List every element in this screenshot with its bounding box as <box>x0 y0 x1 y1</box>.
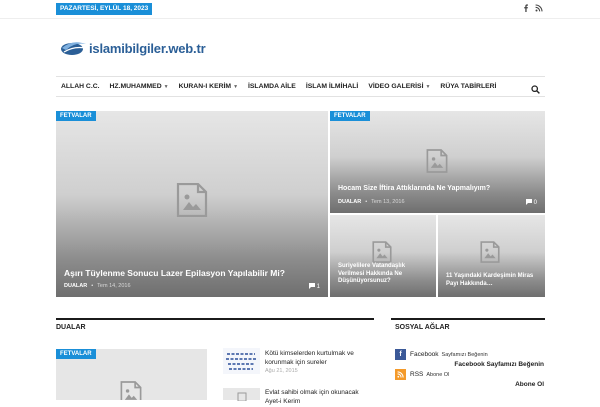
post-date: Tem 13, 2016 <box>371 199 405 205</box>
site-logo[interactable]: islamibilgiler.web.tr <box>60 37 206 59</box>
image-placeholder-icon <box>120 381 142 400</box>
facebook-icon[interactable] <box>522 4 530 14</box>
nav-item-islamda-aile[interactable]: İSLAMDA AİLE <box>243 83 301 90</box>
post-title[interactable]: Aşırı Tüylenme Sonucu Lazer Epilasyon Ya… <box>64 268 314 279</box>
social-name: Facebook <box>410 351 439 358</box>
image-placeholder-icon <box>480 241 500 268</box>
image-placeholder-icon <box>426 149 448 178</box>
comments-number: 1 <box>316 284 320 290</box>
comments-count[interactable]: 1 <box>308 283 320 291</box>
rss-icon <box>395 369 406 380</box>
post-author[interactable]: DUALAR <box>64 283 87 289</box>
nav-item-label: ALLAH C.C. <box>61 83 100 90</box>
comments-count[interactable]: 0 <box>525 199 537 207</box>
post-title[interactable]: 11 Yaşındaki Kardeşimin Miras Payı Hakkı… <box>446 273 540 288</box>
list-item-thumbnail[interactable] <box>223 388 260 402</box>
meta-separator: • <box>365 199 368 205</box>
logo-mark-icon <box>60 39 88 57</box>
social-facebook-row[interactable]: f Facebook Sayfamızı Beğenin <box>395 349 488 360</box>
post-title[interactable]: Hocam Size İftira Attıklarında Ne Yapmal… <box>338 185 538 194</box>
image-placeholder-icon <box>237 392 247 402</box>
comment-icon <box>308 283 315 291</box>
featured-bottom-right-post[interactable]: 11 Yaşındaki Kardeşimin Miras Payı Hakkı… <box>438 215 545 297</box>
category-badge[interactable]: FETVALAR <box>56 349 96 359</box>
category-badge[interactable]: FETVALAR <box>330 111 370 121</box>
featured-top-right-post[interactable]: FETVALAR Hocam Size İftira Attıklarında … <box>330 111 545 213</box>
nav-item-islam-ilmihali[interactable]: İSLAM İLMİHALİ <box>301 83 363 90</box>
chevron-down-icon: ▼ <box>425 83 431 90</box>
social-name: RSS <box>410 371 424 378</box>
social-subtitle: Abone Ol <box>426 371 450 378</box>
rss-subscribe-button[interactable]: Abone Ol <box>515 381 544 388</box>
rss-icon[interactable] <box>535 4 543 14</box>
social-subtitle: Sayfamızı Beğenin <box>441 351 488 358</box>
nav-item-label: HZ.MUHAMMED <box>109 83 162 90</box>
section-divider <box>56 318 374 320</box>
nav-item-label: KURAN-I KERİM <box>178 83 232 90</box>
list-item-date: Ağu 21, 2015 <box>265 368 298 374</box>
current-date-badge: PAZARTESİ, EYLÜL 18, 2023 <box>56 3 153 15</box>
logo-text: islamibilgiler.web.tr <box>89 40 206 56</box>
post-author[interactable]: DUALAR <box>338 199 361 205</box>
section-divider <box>391 318 545 320</box>
category-badge[interactable]: FETVALAR <box>56 111 96 121</box>
nav-item-label: İSLAM İLMİHALİ <box>305 83 359 90</box>
section-heading-dualar[interactable]: DUALAR <box>56 324 86 331</box>
post-meta: DUALAR • Tem 14, 2016 <box>64 283 131 289</box>
list-item-thumbnail[interactable] <box>223 348 260 374</box>
post-date: Tem 14, 2016 <box>97 283 131 289</box>
facebook-like-button[interactable]: Facebook Sayfamızı Beğenin <box>454 361 544 368</box>
list-item-title[interactable]: Kötü kimselerden kurtulmak ve korunmak i… <box>265 350 375 368</box>
arabic-text-image-icon <box>226 353 256 370</box>
nav-item-kuran-i-kerim[interactable]: KURAN-I KERİM ▼ <box>174 83 243 90</box>
nav-item-label: RÜYA TABİRLERİ <box>440 83 497 90</box>
top-bar: PAZARTESİ, EYLÜL 18, 2023 <box>0 0 600 19</box>
meta-separator: • <box>91 283 94 289</box>
post-title[interactable]: Suriyelilere Vatandaşlık Verilmesi Hakkı… <box>338 263 432 286</box>
nav-item-video-galerisi[interactable]: VİDEO GALERİSİ ▼ <box>363 83 435 90</box>
main-navigation: ALLAH C.C. HZ.MUHAMMED ▼ KURAN-I KERİM ▼ İ… <box>56 76 545 97</box>
nav-item-ruya-tabirleri[interactable]: RÜYA TABİRLERİ <box>435 83 501 90</box>
chevron-down-icon: ▼ <box>233 83 239 90</box>
image-placeholder-icon <box>176 182 208 222</box>
chevron-down-icon: ▼ <box>163 83 169 90</box>
nav-item-label: İSLAMDA AİLE <box>248 83 296 90</box>
comments-number: 0 <box>533 200 537 206</box>
search-icon[interactable] <box>531 81 541 94</box>
post-meta: DUALAR • Tem 13, 2016 <box>338 199 405 205</box>
nav-item-hz-muhammed[interactable]: HZ.MUHAMMED ▼ <box>105 83 174 90</box>
featured-main-post[interactable]: FETVALAR Aşırı Tüylenme Sonucu Lazer Epi… <box>56 111 328 297</box>
comment-icon <box>525 199 532 207</box>
list-item-title[interactable]: Evlat sahibi olmak için okunacak Ayet-i … <box>265 389 375 407</box>
nav-item-allah[interactable]: ALLAH C.C. <box>56 83 105 90</box>
nav-item-label: VİDEO GALERİSİ <box>368 83 424 90</box>
section-heading-sosyal-aglar: SOSYAL AĞLAR <box>395 324 450 331</box>
facebook-icon: f <box>395 349 406 360</box>
social-rss-row[interactable]: RSS Abone Ol <box>395 369 449 380</box>
featured-bottom-left-post[interactable]: Suriyelilere Vatandaşlık Verilmesi Hakkı… <box>330 215 436 297</box>
dualar-main-post[interactable]: FETVALAR <box>56 349 207 400</box>
